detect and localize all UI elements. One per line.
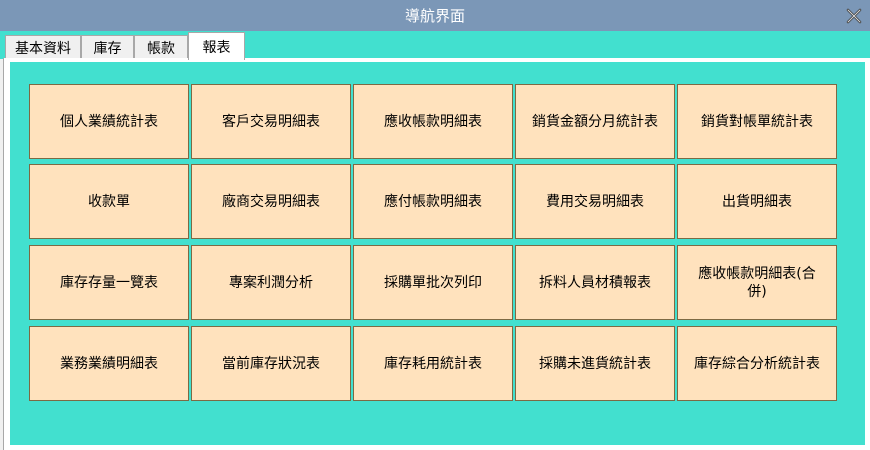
report-button-stock-consumption-stats[interactable]: 庫存耗用統計表	[353, 326, 513, 401]
report-button-current-stock-status[interactable]: 當前庫存狀況表	[191, 326, 351, 401]
report-button-sales-performance-detail[interactable]: 業務業績明細表	[29, 326, 189, 401]
report-button-purchase-batch-print[interactable]: 採購單批次列印	[353, 245, 513, 320]
tab-label: 庫存	[93, 40, 122, 57]
report-button-receivables-merged[interactable]: 應收帳款明細表(合併)	[677, 245, 837, 320]
report-button-personal-sales-stats[interactable]: 個人業績統計表	[29, 84, 189, 159]
report-button-unreceived-purchase-stats[interactable]: 採購未進貨統計表	[515, 326, 675, 401]
tab-label: 報表	[202, 39, 231, 56]
tab-reports[interactable]: 報表	[188, 32, 245, 60]
reports-area: 個人業績統計表 客戶交易明細表 應收帳款明細表 銷貨金額分月統計表 銷貨對帳單統…	[10, 62, 865, 445]
tab-inventory[interactable]: 庫存	[81, 35, 134, 59]
report-button-shipping-detail[interactable]: 出貨明細表	[677, 164, 837, 239]
report-button-receipt[interactable]: 收款單	[29, 164, 189, 239]
report-button-vendor-transactions[interactable]: 廠商交易明細表	[191, 164, 351, 239]
tab-label: 基本資料	[15, 40, 71, 57]
report-button-stock-comprehensive-analysis[interactable]: 庫存綜合分析統計表	[677, 326, 837, 401]
close-x-icon	[846, 8, 862, 24]
report-button-stock-level-overview[interactable]: 庫存存量一覽表	[29, 245, 189, 320]
report-button-expense-transactions[interactable]: 費用交易明細表	[515, 164, 675, 239]
window-title: 導航界面	[404, 7, 465, 25]
report-button-payables-detail[interactable]: 應付帳款明細表	[353, 164, 513, 239]
report-button-sales-statement[interactable]: 銷貨對帳單統計表	[677, 84, 837, 159]
tab-label: 帳款	[147, 40, 175, 57]
report-button-monthly-sales-amount[interactable]: 銷貨金額分月統計表	[515, 84, 675, 159]
tab-basic-data[interactable]: 基本資料	[5, 35, 81, 59]
close-button[interactable]	[844, 6, 864, 26]
navigation-window: 導航界面 基本資料 庫存 帳款 報表 個人業績統計表 客戶交易明細表 應收帳款明…	[0, 0, 870, 450]
title-bar: 導航界面	[0, 0, 870, 31]
tab-panel: 個人業績統計表 客戶交易明細表 應收帳款明細表 銷貨金額分月統計表 銷貨對帳單統…	[3, 58, 870, 450]
report-button-project-profit-analysis[interactable]: 專案利潤分析	[191, 245, 351, 320]
report-button-dismantling-volume[interactable]: 拆料人員材積報表	[515, 245, 675, 320]
report-button-customer-transactions[interactable]: 客戶交易明細表	[191, 84, 351, 159]
tab-strip: 基本資料 庫存 帳款 報表	[0, 31, 870, 60]
report-button-receivables-detail[interactable]: 應收帳款明細表	[353, 84, 513, 159]
tab-accounts[interactable]: 帳款	[134, 35, 188, 59]
